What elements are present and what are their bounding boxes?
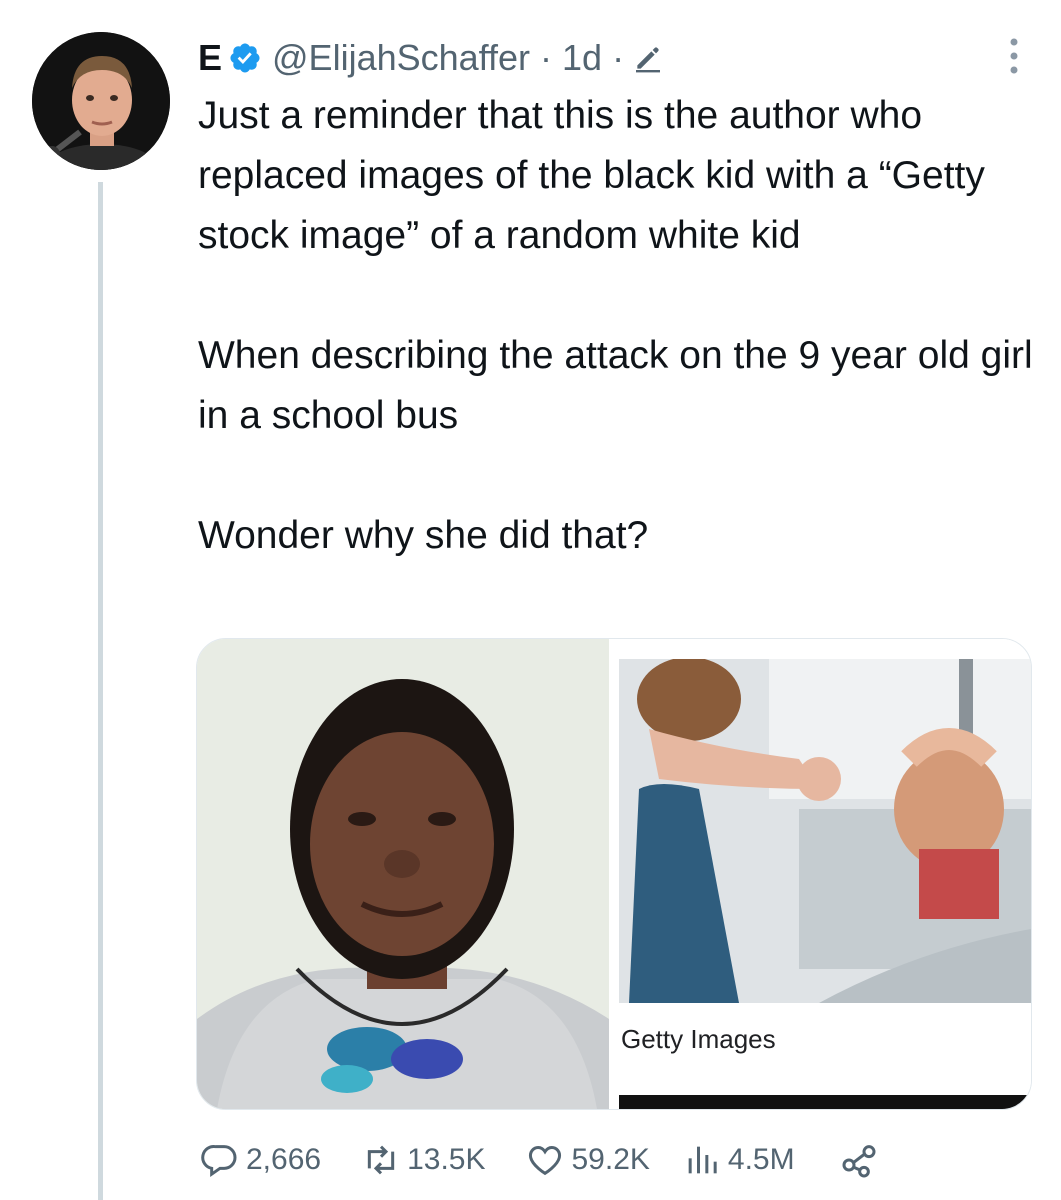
reply-count: 2,666 [246, 1143, 322, 1176]
avatar-photo [32, 32, 170, 170]
views-bar-chart-icon [688, 1146, 717, 1174]
tweet-header: E @ElijahSchaffer · 1d · [198, 32, 664, 84]
share-button[interactable] [839, 1140, 879, 1180]
tweet-paragraph: Just a reminder that this is the author … [198, 94, 985, 257]
edit-pencil-icon[interactable] [632, 42, 664, 74]
author-handle[interactable]: @ElijahSchaffer [272, 32, 530, 84]
portrait-photo [197, 639, 609, 1109]
retweet-count: 13.5K [407, 1143, 486, 1176]
retweet-button[interactable]: 13.5K [361, 1140, 485, 1180]
tweet-media-grid: Getty Images [196, 638, 1032, 1110]
author-avatar[interactable] [32, 32, 170, 170]
author-display-name[interactable]: E [198, 32, 222, 84]
thread-connector-line [98, 182, 103, 1200]
views-count: 4.5M [727, 1143, 795, 1176]
tweet-text: Just a reminder that this is the author … [198, 86, 1038, 566]
more-vertical-icon[interactable] [1007, 36, 1021, 76]
getty-caption: Getty Images [621, 1024, 776, 1054]
share-icon [842, 1145, 876, 1178]
retweet-icon [367, 1145, 395, 1175]
reply-bubble-icon [201, 1144, 237, 1178]
like-count: 59.2K [571, 1143, 650, 1176]
tweet-paragraph: When describing the attack on the 9 year… [198, 334, 1033, 437]
tweet-paragraph: Wonder why she did that? [198, 514, 649, 557]
heart-icon [529, 1145, 562, 1176]
stock-photo [619, 659, 1031, 1003]
views-button[interactable]: 4.5M [682, 1140, 795, 1180]
verified-badge-icon [230, 43, 260, 73]
media-image-left[interactable] [197, 639, 609, 1109]
like-button[interactable]: 59.2K [525, 1140, 650, 1180]
media-divider [609, 639, 619, 1109]
tweet-timestamp[interactable]: · 1d · [540, 32, 624, 84]
media-image-right[interactable]: Getty Images [619, 639, 1031, 1109]
tweet-actions: 2,666 13.5K 59.2K 4.5M [200, 1134, 879, 1186]
image-bottom-bar [619, 1095, 1031, 1109]
reply-button[interactable]: 2,666 [200, 1140, 321, 1180]
